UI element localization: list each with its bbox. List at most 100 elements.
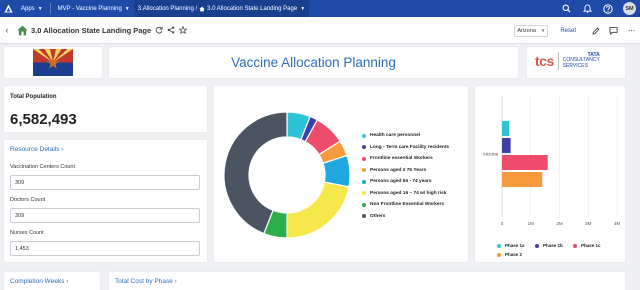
state-select-value: Arizona xyxy=(517,27,536,34)
total-population-value: 6,582,493 xyxy=(10,111,77,128)
legend-label: Phase 2 xyxy=(505,252,523,257)
legend-label: Persons aged 65 - 74 years xyxy=(370,179,432,184)
legend-label: Phase 1b xyxy=(543,243,563,248)
resource-details-card: Resource Details › Vaccination Centers C… xyxy=(4,140,207,262)
legend-item[interactable]: Phase 1a xyxy=(497,243,525,248)
legend-item[interactable]: Persons aged ≥ 75 Years xyxy=(362,168,426,173)
legend-label: Others xyxy=(370,213,386,219)
page-title: 3.0 Allocation State Landing Page xyxy=(31,25,152,35)
legend-item[interactable]: Phase 1c xyxy=(573,243,601,248)
page-icon xyxy=(17,25,28,36)
legend-item[interactable]: Non Frontline Essential Workers xyxy=(362,202,444,207)
legend-swatch xyxy=(573,243,577,248)
resource-details-label: Resource Details xyxy=(10,146,60,153)
divider xyxy=(49,3,51,14)
completion-weeks-card: Completion Weeks › xyxy=(4,272,100,290)
total-cost-card: Total Cost by Phase › xyxy=(109,272,625,290)
tcs-logo-letters: tcs xyxy=(535,53,554,69)
legend-item[interactable]: Long - Term care Facility residents xyxy=(362,145,449,150)
chevron-right-icon: › xyxy=(61,146,64,153)
nurses-count-field[interactable]: 1,453 xyxy=(10,241,200,256)
resource-details-link[interactable]: Resource Details › xyxy=(10,146,63,153)
completion-weeks-label: Completion Weeks xyxy=(10,278,65,285)
total-population-card: Total Population 6,582,493 xyxy=(4,86,207,132)
total-population-label: Total Population xyxy=(10,94,57,100)
vaccination-centers-label: Vaccination Centers Count xyxy=(10,164,76,170)
doctors-count-label: Doctors Count xyxy=(10,197,46,203)
more-options-icon[interactable]: ⋯ xyxy=(627,26,636,35)
legend-item[interactable]: Phase 1b xyxy=(535,243,563,248)
chevron-right-icon: › xyxy=(66,278,69,285)
legend-swatch xyxy=(362,156,366,161)
doctors-count-field[interactable]: 309 xyxy=(10,208,200,223)
banner-card: Vaccine Allocation Planning xyxy=(109,47,518,78)
legend-item[interactable]: Frontline essential Workers xyxy=(362,156,433,161)
legend-label: Phase 1c xyxy=(581,243,601,248)
legend-swatch xyxy=(362,214,366,218)
legend-item[interactable]: Health care personnel xyxy=(362,133,420,138)
page-prefix: 3.Allocation Planning / xyxy=(137,5,198,12)
logo-card: tcs TATA CONSULTANCY SERVICES xyxy=(527,47,625,78)
legend-label: Health care personnel xyxy=(370,133,421,138)
legend-label: Long - Term care Facility residents xyxy=(370,144,450,150)
legend-swatch xyxy=(362,145,366,149)
total-cost-link[interactable]: Total Cost by Phase › xyxy=(115,278,177,285)
page-tab-current[interactable]: 3.Allocation Planning / 3.0 Allocation S… xyxy=(133,0,310,17)
legend-swatch xyxy=(535,243,539,248)
chevron-down-icon: ▼ xyxy=(300,5,306,12)
legend-label: Persons aged 16 – 74 w/ high risk xyxy=(370,190,447,196)
comment-icon[interactable] xyxy=(609,26,618,35)
population-donut-card xyxy=(214,86,468,262)
star-icon[interactable] xyxy=(178,26,187,35)
project-menu[interactable]: MVP - Vaccine Planning ▼ xyxy=(54,0,134,17)
legend-swatch xyxy=(362,168,366,172)
user-avatar[interactable]: SM xyxy=(623,2,636,15)
project-label: MVP - Vaccine Planning xyxy=(57,5,122,12)
search-icon[interactable] xyxy=(560,3,572,15)
top-nav-bar: Apps ▼ MVP - Vaccine Planning ▼ 3.Alloca… xyxy=(0,0,640,17)
legend-swatch xyxy=(497,243,501,248)
phase-bar-card: 0 1M 2M 3M 4M Arizona Phase 1a Phase 1b Phase 1… xyxy=(475,86,625,262)
app-logo-icon[interactable] xyxy=(0,0,17,17)
tcs-logo: tcs TATA CONSULTANCY SERVICES xyxy=(535,52,600,70)
legend-item[interactable]: Persons aged 65 - 74 years xyxy=(362,179,432,184)
apps-menu[interactable]: Apps ▼ xyxy=(17,0,47,17)
dashboard-title: Vaccine Allocation Planning xyxy=(231,55,396,70)
legend-label: Non Frontline Essential Workers xyxy=(370,202,445,207)
page-header: ‹ 3.0 Allocation State Landing Page Ariz… xyxy=(0,17,640,44)
back-arrow-icon[interactable]: ‹ xyxy=(0,17,14,44)
legend-item[interactable]: Persons aged 16 – 74 w/ high risk xyxy=(362,191,447,196)
donut-slice[interactable] xyxy=(286,181,350,239)
legend-label: Persons aged ≥ 75 Years xyxy=(370,167,427,173)
chevron-down-icon: ▼ xyxy=(124,5,130,12)
bar-legend: Phase 1a Phase 1b Phase 1c Phase 2 xyxy=(475,86,625,262)
reset-button[interactable]: Reset xyxy=(560,28,576,34)
tcs-logo-bottom: SERVICES xyxy=(562,62,588,69)
chevron-right-icon: › xyxy=(174,278,177,285)
completion-weeks-link[interactable]: Completion Weeks › xyxy=(10,278,68,285)
legend-swatch xyxy=(497,252,501,257)
bell-icon[interactable] xyxy=(581,3,593,15)
population-donut-chart xyxy=(223,111,351,239)
chevron-down-icon: ▼ xyxy=(540,28,546,33)
chevron-down-icon: ▼ xyxy=(37,5,43,12)
legend-label: Frontline essential Workers xyxy=(370,156,433,161)
nurses-count-label: Nurses Count xyxy=(10,230,44,236)
state-select[interactable]: Arizona ▼ xyxy=(514,24,549,37)
share-icon[interactable] xyxy=(166,26,175,35)
vaccination-centers-field[interactable]: 309 xyxy=(10,175,200,190)
arizona-flag-image xyxy=(33,49,73,76)
legend-swatch xyxy=(362,179,366,184)
legend-swatch xyxy=(362,133,366,138)
apps-label: Apps xyxy=(21,5,35,12)
legend-swatch xyxy=(362,202,366,207)
legend-item[interactable]: Others xyxy=(362,214,385,219)
legend-item[interactable]: Phase 2 xyxy=(497,252,522,257)
edit-icon[interactable] xyxy=(591,26,600,35)
home-icon xyxy=(199,6,205,12)
page-current: 3.0 Allocation State Landing Page xyxy=(207,5,298,12)
state-flag-card xyxy=(4,47,102,78)
refresh-icon[interactable] xyxy=(154,26,163,35)
legend-swatch xyxy=(362,191,366,195)
help-icon[interactable] xyxy=(602,3,614,15)
